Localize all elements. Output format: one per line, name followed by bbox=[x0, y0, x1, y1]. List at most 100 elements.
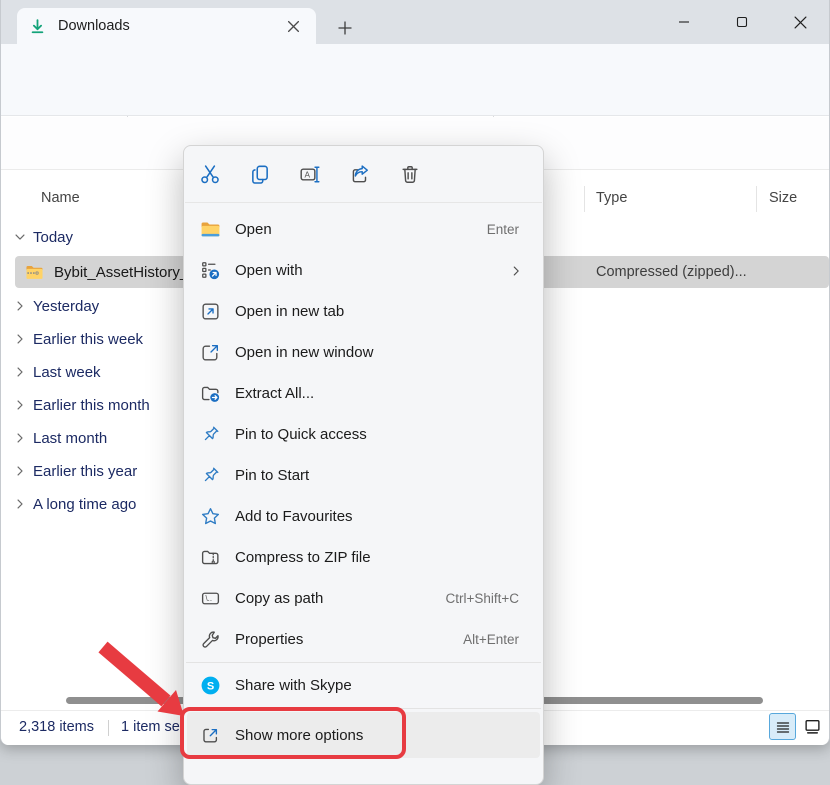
star-icon bbox=[199, 506, 221, 528]
menu-item-label: Compress to ZIP file bbox=[235, 549, 371, 566]
open-new-tab-icon bbox=[199, 301, 221, 323]
menu-item-share-with-skype[interactable]: S Share with Skype bbox=[184, 665, 543, 706]
menu-item-extract-all[interactable]: Extract All... bbox=[184, 373, 543, 414]
rename-icon: A bbox=[299, 163, 321, 186]
new-tab-button[interactable] bbox=[331, 16, 359, 40]
title-bar: Downloads bbox=[1, 0, 829, 44]
menu-item-open[interactable]: Open Enter bbox=[184, 209, 543, 250]
open-new-window-icon bbox=[199, 342, 221, 364]
menu-item-shortcut: Alt+Enter bbox=[463, 632, 535, 647]
close-button[interactable] bbox=[771, 0, 829, 44]
pin-icon bbox=[199, 424, 221, 446]
chevron-collapsed-icon[interactable] bbox=[13, 464, 27, 478]
group-label: Last month bbox=[33, 430, 107, 447]
group-label: Yesterday bbox=[33, 298, 99, 315]
pin-icon bbox=[199, 465, 221, 487]
menu-item-label: Pin to Quick access bbox=[235, 426, 367, 443]
selection-count: 1 item se bbox=[121, 719, 180, 735]
group-label: Earlier this week bbox=[33, 331, 143, 348]
column-divider[interactable] bbox=[584, 186, 585, 212]
chevron-collapsed-icon[interactable] bbox=[13, 497, 27, 511]
cut-button[interactable] bbox=[199, 163, 221, 185]
skype-icon: S bbox=[199, 675, 221, 697]
menu-item-shortcut: Enter bbox=[487, 222, 535, 237]
menu-item-label: Open bbox=[235, 221, 272, 238]
svg-text:A: A bbox=[305, 170, 311, 179]
chevron-collapsed-icon[interactable] bbox=[13, 365, 27, 379]
item-count: 2,318 items bbox=[19, 719, 94, 735]
wrench-icon bbox=[199, 629, 221, 651]
menu-item-pin-to-quick-access[interactable]: Pin to Quick access bbox=[184, 414, 543, 455]
menu-item-compress-to-zip[interactable]: Compress to ZIP file bbox=[184, 537, 543, 578]
download-icon bbox=[29, 18, 46, 35]
menu-divider bbox=[186, 662, 541, 663]
menu-item-open-in-new-tab[interactable]: Open in new tab bbox=[184, 291, 543, 332]
command-bar: New A bbox=[1, 44, 829, 116]
group-label: A long time ago bbox=[33, 496, 136, 513]
menu-item-shortcut: Ctrl+Shift+C bbox=[445, 591, 535, 606]
details-view-toggle[interactable] bbox=[769, 713, 796, 740]
context-menu-toolbar: A bbox=[185, 146, 542, 203]
menu-item-label: Share with Skype bbox=[235, 677, 352, 694]
column-divider[interactable] bbox=[756, 186, 757, 212]
file-type: Compressed (zipped)... bbox=[596, 264, 747, 280]
column-header-size[interactable]: Size bbox=[769, 190, 797, 206]
menu-item-label: Open in new window bbox=[235, 344, 373, 361]
extract-all-icon bbox=[199, 383, 221, 405]
share-button[interactable] bbox=[349, 163, 371, 185]
copy-as-path-icon: \.. bbox=[199, 588, 221, 610]
menu-item-label: Add to Favourites bbox=[235, 508, 353, 525]
menu-item-label: Open with bbox=[235, 262, 303, 279]
menu-item-label: Open in new tab bbox=[235, 303, 344, 320]
context-menu-items: Open Enter Open with bbox=[184, 203, 543, 758]
delete-button[interactable] bbox=[399, 163, 421, 185]
file-name: Bybit_AssetHistory_ bbox=[54, 264, 188, 281]
copy-icon bbox=[249, 163, 271, 185]
maximize-button[interactable] bbox=[713, 0, 771, 44]
group-label: Earlier this month bbox=[33, 397, 150, 414]
group-label: Earlier this year bbox=[33, 463, 137, 480]
menu-item-open-with[interactable]: Open with bbox=[184, 250, 543, 291]
copy-button[interactable] bbox=[249, 163, 271, 185]
chevron-collapsed-icon[interactable] bbox=[13, 431, 27, 445]
share-icon bbox=[349, 163, 371, 185]
submenu-chevron-icon bbox=[509, 264, 535, 278]
menu-item-copy-as-path[interactable]: \.. Copy as path Ctrl+Shift+C bbox=[184, 578, 543, 619]
tab-downloads[interactable]: Downloads bbox=[17, 8, 316, 44]
menu-item-label: Extract All... bbox=[235, 385, 314, 402]
chevron-collapsed-icon[interactable] bbox=[13, 332, 27, 346]
thumbnail-view-icon bbox=[804, 718, 821, 735]
details-view-icon bbox=[775, 719, 791, 735]
tab-title: Downloads bbox=[58, 18, 280, 34]
minimize-button[interactable] bbox=[655, 0, 713, 44]
chevron-expanded-icon[interactable] bbox=[13, 230, 27, 244]
trash-icon bbox=[399, 163, 421, 185]
svg-text:\..: \.. bbox=[205, 594, 212, 603]
menu-item-properties[interactable]: Properties Alt+Enter bbox=[184, 619, 543, 660]
column-header-type[interactable]: Type bbox=[596, 190, 627, 206]
open-with-icon bbox=[199, 260, 221, 282]
chevron-collapsed-icon[interactable] bbox=[13, 299, 27, 313]
menu-item-open-in-new-window[interactable]: Open in new window bbox=[184, 332, 543, 373]
zip-folder-outline-icon bbox=[199, 547, 221, 569]
group-label: Today bbox=[33, 229, 73, 246]
group-label: Last week bbox=[33, 364, 101, 381]
column-header-name[interactable]: Name bbox=[41, 190, 80, 206]
folder-icon bbox=[199, 219, 221, 241]
window-controls bbox=[655, 0, 829, 44]
chevron-collapsed-icon[interactable] bbox=[13, 398, 27, 412]
menu-item-pin-to-start[interactable]: Pin to Start bbox=[184, 455, 543, 496]
rename-button[interactable]: A bbox=[299, 163, 321, 185]
svg-text:S: S bbox=[206, 680, 213, 692]
menu-item-label: Pin to Start bbox=[235, 467, 309, 484]
context-menu: A Open Enter bbox=[183, 145, 544, 785]
annotation-highlight-box bbox=[180, 707, 406, 759]
menu-item-label: Properties bbox=[235, 631, 303, 648]
scissors-icon bbox=[199, 163, 221, 185]
menu-item-add-to-favourites[interactable]: Add to Favourites bbox=[184, 496, 543, 537]
thumbnail-view-toggle[interactable] bbox=[799, 713, 826, 740]
tab-close-icon[interactable] bbox=[280, 13, 306, 39]
status-divider bbox=[108, 720, 109, 736]
zip-folder-icon bbox=[25, 264, 44, 281]
menu-item-label: Copy as path bbox=[235, 590, 323, 607]
